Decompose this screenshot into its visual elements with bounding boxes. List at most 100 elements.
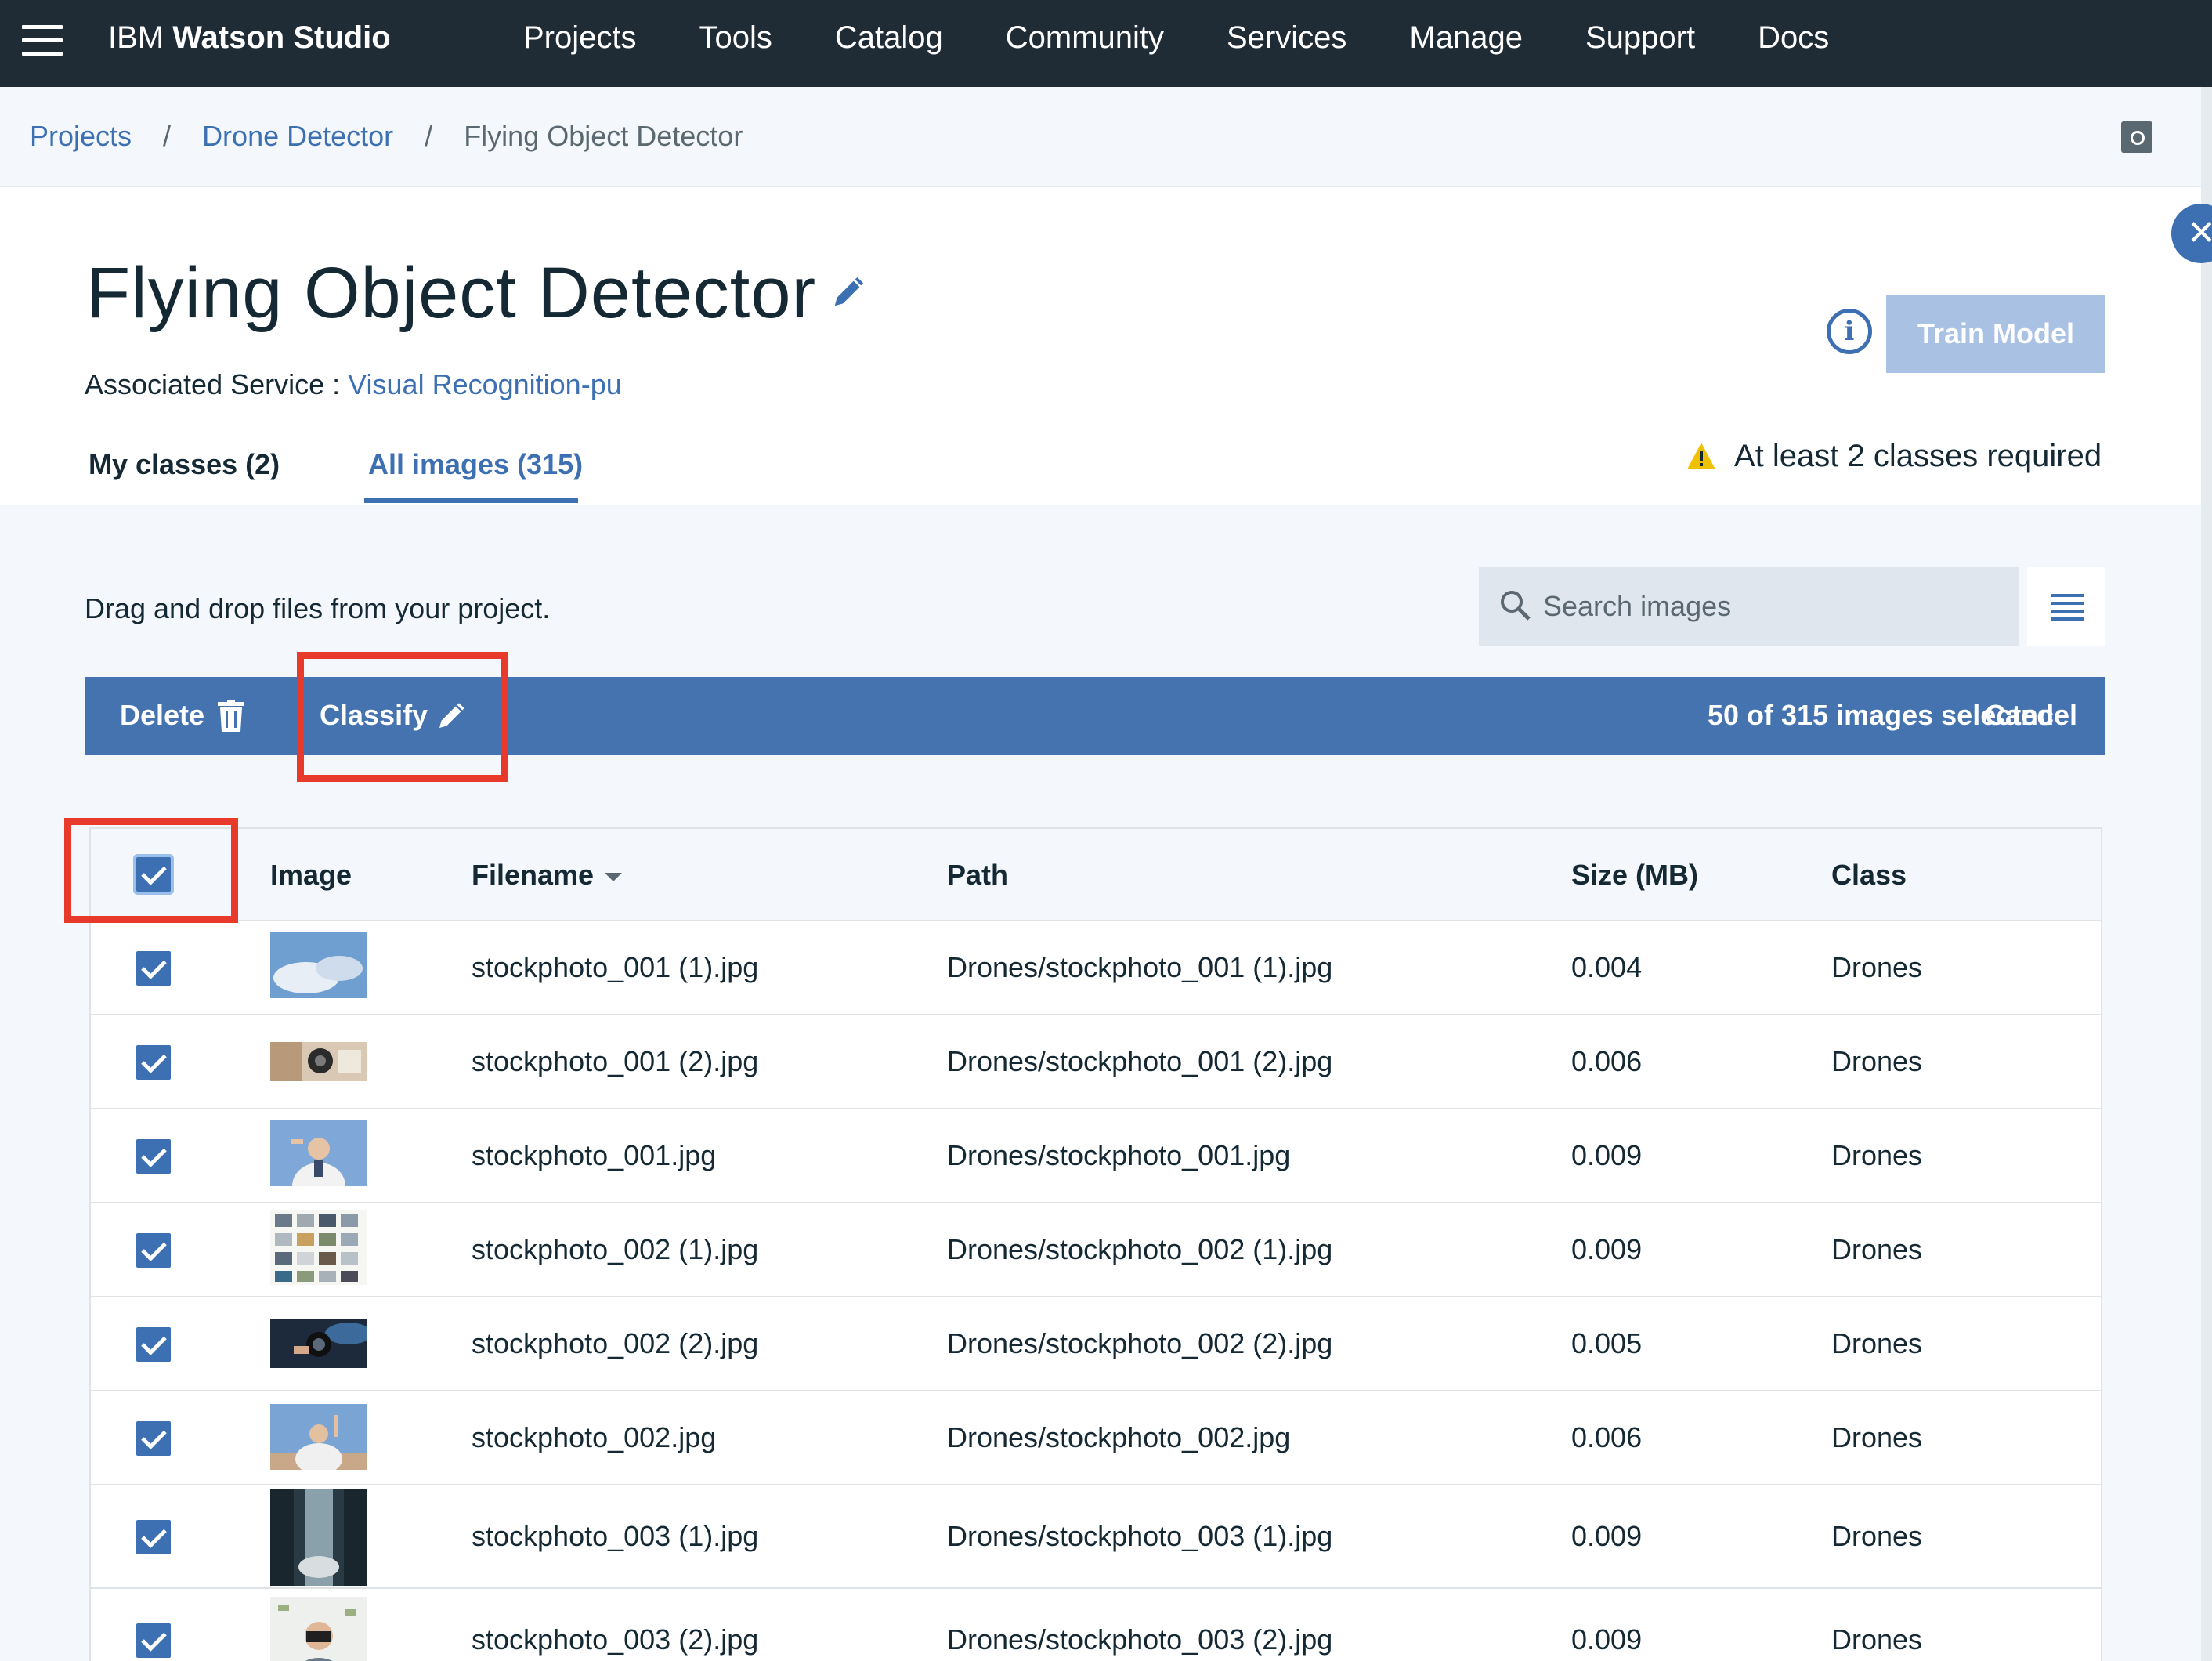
table-row[interactable]: stockphoto_002 (2).jpg Drones/stockphoto… bbox=[91, 1297, 2101, 1391]
breadcrumb-projects[interactable]: Projects bbox=[30, 120, 132, 153]
breadcrumb-current: Flying Object Detector bbox=[464, 120, 743, 152]
image-thumbnail bbox=[270, 1404, 367, 1470]
row-path: Drones/stockphoto_001 (2).jpg bbox=[947, 1045, 1333, 1077]
row-size: 0.009 bbox=[1571, 1233, 1643, 1265]
column-header-class: Class bbox=[1831, 859, 1907, 891]
selection-action-bar: Delete Classify 50 of 315 images selecte… bbox=[85, 677, 2105, 755]
breadcrumb: Projects / Drone Detector / Flying Objec… bbox=[30, 120, 743, 153]
row-class: Drones bbox=[1831, 1327, 1923, 1359]
row-filename[interactable]: stockphoto_003 (1).jpg bbox=[472, 1520, 758, 1553]
table-row[interactable]: stockphoto_001 (1).jpg Drones/stockphoto… bbox=[91, 921, 2101, 1015]
associated-service-label: Associated Service : bbox=[85, 368, 341, 400]
image-thumbnail bbox=[270, 1120, 367, 1186]
image-thumbnail bbox=[270, 1042, 367, 1081]
table-row[interactable]: stockphoto_002.jpg Drones/stockphoto_002… bbox=[91, 1391, 2101, 1485]
row-class: Drones bbox=[1831, 1520, 1923, 1552]
column-header-image: Image bbox=[270, 859, 352, 891]
row-filename[interactable]: stockphoto_002.jpg bbox=[472, 1421, 716, 1454]
column-header-size: Size (MB) bbox=[1571, 859, 1698, 891]
table-row[interactable]: stockphoto_001 (2).jpg Drones/stockphoto… bbox=[91, 1015, 2101, 1109]
column-header-path: Path bbox=[947, 859, 1009, 891]
nav-item-community[interactable]: Community bbox=[1006, 20, 1164, 56]
image-thumbnail bbox=[270, 1597, 367, 1661]
row-path: Drones/stockphoto_003 (1).jpg bbox=[947, 1520, 1333, 1552]
row-size: 0.009 bbox=[1571, 1139, 1643, 1171]
active-tab-indicator bbox=[364, 498, 578, 503]
delete-button[interactable]: Delete bbox=[120, 699, 204, 732]
row-class: Drones bbox=[1831, 1233, 1923, 1265]
table-row[interactable]: stockphoto_003 (2).jpg Drones/stockphoto… bbox=[91, 1589, 2101, 1661]
row-checkbox[interactable] bbox=[136, 1045, 171, 1080]
row-size: 0.005 bbox=[1571, 1327, 1643, 1359]
row-checkbox[interactable] bbox=[136, 1520, 171, 1554]
column-header-filename[interactable]: Filename bbox=[472, 859, 623, 892]
select-all-checkbox[interactable] bbox=[136, 857, 171, 892]
row-checkbox[interactable] bbox=[136, 1139, 171, 1174]
table-row[interactable]: stockphoto_002 (1).jpg Drones/stockphoto… bbox=[91, 1203, 2101, 1297]
tab-all-images[interactable]: All images (315) bbox=[368, 448, 583, 481]
nav-item-catalog[interactable]: Catalog bbox=[835, 20, 943, 56]
search-input[interactable] bbox=[1543, 569, 2013, 644]
row-filename[interactable]: stockphoto_001.jpg bbox=[472, 1139, 716, 1172]
row-filename[interactable]: stockphoto_001 (2).jpg bbox=[472, 1045, 758, 1078]
row-path: Drones/stockphoto_003 (2).jpg bbox=[947, 1623, 1333, 1656]
classify-button[interactable]: Classify bbox=[320, 699, 428, 732]
warning-icon bbox=[1687, 443, 1715, 469]
table-row[interactable]: stockphoto_003 (1).jpg Drones/stockphoto… bbox=[91, 1485, 2101, 1589]
image-thumbnail bbox=[270, 1489, 367, 1586]
row-class: Drones bbox=[1831, 1139, 1923, 1171]
nav-item-projects[interactable]: Projects bbox=[523, 20, 637, 56]
list-view-icon[interactable] bbox=[2027, 567, 2105, 646]
associated-service: Associated Service : Visual Recognition-… bbox=[85, 368, 622, 401]
row-checkbox[interactable] bbox=[136, 1233, 171, 1268]
classify-pencil-icon[interactable] bbox=[436, 700, 467, 732]
top-nav: IBM Watson Studio Projects Tools Catalog… bbox=[0, 0, 2212, 87]
sort-down-icon bbox=[605, 872, 623, 881]
page-title: Flying Object Detector bbox=[86, 253, 817, 333]
breadcrumb-drone-detector[interactable]: Drone Detector bbox=[202, 120, 393, 153]
close-icon[interactable]: ✕ bbox=[2171, 204, 2212, 263]
nav-item-docs[interactable]: Docs bbox=[1758, 20, 1829, 56]
row-class: Drones bbox=[1831, 1045, 1923, 1077]
row-filename[interactable]: stockphoto_003 (2).jpg bbox=[472, 1623, 758, 1656]
associated-service-link[interactable]: Visual Recognition-pu bbox=[348, 368, 622, 400]
breadcrumb-separator: / bbox=[163, 120, 172, 152]
notebook-icon[interactable] bbox=[2121, 121, 2152, 153]
row-class: Drones bbox=[1831, 1421, 1923, 1453]
nav-item-manage[interactable]: Manage bbox=[1409, 20, 1523, 56]
row-size: 0.004 bbox=[1571, 951, 1643, 983]
row-size: 0.009 bbox=[1571, 1623, 1643, 1656]
nav-item-services[interactable]: Services bbox=[1227, 20, 1346, 56]
row-size: 0.006 bbox=[1571, 1045, 1643, 1077]
brand-name[interactable]: IBM Watson Studio bbox=[108, 20, 391, 56]
hamburger-icon[interactable] bbox=[22, 25, 63, 56]
info-icon[interactable]: i bbox=[1827, 309, 1872, 354]
row-class: Drones bbox=[1831, 1623, 1923, 1656]
table-row[interactable]: stockphoto_001.jpg Drones/stockphoto_001… bbox=[91, 1109, 2101, 1203]
row-checkbox[interactable] bbox=[136, 1623, 171, 1658]
row-filename[interactable]: stockphoto_001 (1).jpg bbox=[472, 951, 758, 984]
nav-item-support[interactable]: Support bbox=[1585, 20, 1695, 56]
row-path: Drones/stockphoto_002 (1).jpg bbox=[947, 1233, 1333, 1265]
breadcrumb-bar: Projects / Drone Detector / Flying Objec… bbox=[0, 87, 2201, 187]
row-size: 0.009 bbox=[1571, 1520, 1643, 1552]
row-checkbox[interactable] bbox=[136, 951, 171, 986]
image-thumbnail bbox=[270, 932, 367, 998]
row-filename[interactable]: stockphoto_002 (1).jpg bbox=[472, 1233, 758, 1266]
search-icon bbox=[1501, 591, 1531, 621]
row-checkbox[interactable] bbox=[136, 1421, 171, 1456]
trash-icon[interactable] bbox=[218, 700, 244, 732]
edit-pencil-icon[interactable] bbox=[830, 274, 866, 310]
row-path: Drones/stockphoto_002 (2).jpg bbox=[947, 1327, 1333, 1359]
nav-item-tools[interactable]: Tools bbox=[699, 20, 772, 56]
train-model-button[interactable]: Train Model bbox=[1886, 295, 2105, 373]
images-table: Image Filename Path Size (MB) Class stoc… bbox=[89, 827, 2102, 1661]
tab-my-classes[interactable]: My classes (2) bbox=[89, 448, 280, 481]
table-header: Image Filename Path Size (MB) Class bbox=[91, 829, 2101, 921]
row-checkbox[interactable] bbox=[136, 1327, 171, 1362]
row-filename[interactable]: stockphoto_002 (2).jpg bbox=[472, 1327, 758, 1360]
cancel-button[interactable]: Cancel bbox=[1985, 699, 2077, 732]
row-path: Drones/stockphoto_001 (1).jpg bbox=[947, 951, 1333, 983]
side-panel-edge bbox=[2201, 87, 2212, 1661]
image-thumbnail bbox=[270, 1319, 367, 1368]
